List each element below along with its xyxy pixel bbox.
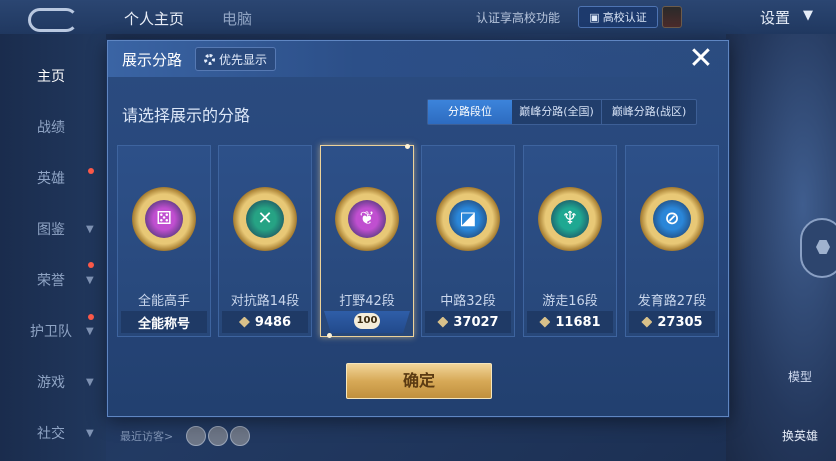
lane-score: 11681	[527, 311, 613, 333]
power-points-icon	[539, 316, 551, 328]
rank-badge: ⊘	[640, 187, 704, 251]
clash-lane-icon: ✕	[257, 208, 273, 229]
lane-score-value: 9486	[254, 314, 292, 330]
campus-promo-text: 认证享高校功能	[476, 11, 561, 25]
model-label[interactable]: 模型	[788, 368, 812, 385]
lane-name: 发育路27段	[637, 294, 707, 309]
lane-card[interactable]: ⚄ 全能高手全能称号	[117, 145, 211, 337]
side-expand-button[interactable]	[800, 218, 836, 278]
lane-card[interactable]: ✕ 对抗路14段 9486	[218, 145, 312, 337]
lane-name: 游走16段	[542, 294, 598, 309]
rank-number-badge: 100	[354, 313, 380, 329]
lane-score-value: 全能称号	[137, 316, 190, 332]
jungle-icon: ❦	[359, 208, 375, 229]
sidebar-item-heroes[interactable]: 英雄	[37, 168, 65, 188]
rank-badge: ✕	[233, 187, 297, 251]
sidebar-item-social[interactable]: 社交	[37, 423, 65, 443]
campus-icon: ▣	[589, 10, 600, 24]
lane-card[interactable]: ◪ 中路32段 37027	[421, 145, 515, 337]
lane-display-dialog: 展示分路 优先显示 ✕ 请选择展示的分路 分路段位 巅峰分路(全国) 巅峰分路(…	[107, 40, 729, 417]
rank-badge: ♆	[538, 187, 602, 251]
lane-score-value: 27305	[657, 314, 703, 330]
settings-caret-icon[interactable]: ▼	[803, 8, 813, 23]
rank-badge: ❦	[335, 187, 399, 251]
corner-sparkle-icon	[405, 144, 410, 149]
lane-mode-tabs: 分路段位 巅峰分路(全国) 巅峰分路(战区)	[427, 99, 697, 125]
lane-name: 打野42段	[339, 294, 395, 309]
avatar[interactable]	[662, 6, 682, 28]
gear-icon	[204, 53, 215, 65]
back-logo-icon[interactable]	[28, 8, 78, 32]
notification-dot	[88, 168, 94, 174]
lane-card[interactable]: ❦ 打野42段 100	[320, 144, 414, 338]
lane-name: 中路32段	[440, 294, 496, 309]
priority-display-button[interactable]: 优先显示	[195, 47, 277, 71]
rank-badge: ⚄	[132, 187, 196, 251]
chevron-down-icon: ▼	[86, 224, 94, 235]
visitor-avatar[interactable]	[230, 426, 250, 446]
rank-badge: ◪	[436, 187, 500, 251]
power-points-icon	[641, 316, 653, 328]
lane-name: 全能高手	[137, 294, 190, 309]
close-icon[interactable]: ✕	[686, 44, 716, 74]
farm-lane-icon: ⊘	[664, 208, 680, 229]
chevron-down-icon: ▼	[86, 326, 94, 337]
chevron-down-icon: ▼	[86, 428, 94, 439]
lane-score: 37027	[425, 311, 511, 333]
chevron-down-icon: ▼	[86, 275, 94, 286]
sidebar-item-honor[interactable]: 荣誉	[37, 270, 65, 290]
tab-profile[interactable]: 个人主页	[124, 8, 184, 29]
corner-sparkle-icon	[327, 333, 332, 338]
sidebar: 主页 战绩 英雄 图鉴 ▼ 荣誉 ▼ 护卫队 ▼ 游戏 ▼ 社交 ▼	[0, 34, 106, 461]
tab-peak-region[interactable]: 巅峰分路(战区)	[602, 100, 696, 124]
lane-score-value: 37027	[453, 314, 499, 330]
lane-score: 9486	[222, 311, 308, 333]
visitor-avatar[interactable]	[208, 426, 228, 446]
lane-name: 对抗路14段	[230, 294, 300, 309]
chevron-down-icon: ▼	[86, 377, 94, 388]
lane-card[interactable]: ♆ 游走16段 11681	[523, 145, 617, 337]
mid-lane-icon: ◪	[459, 208, 477, 229]
tab-pc[interactable]: 电脑	[222, 8, 252, 29]
tab-peak-national[interactable]: 巅峰分路(全国)	[512, 100, 602, 124]
lane-score: 全能称号	[121, 311, 207, 333]
dialog-title: 展示分路	[122, 51, 183, 69]
recent-visitors-link[interactable]: 最近访客>	[120, 428, 173, 444]
top-bar: 个人主页 电脑 认证享高校功能 ▣ 高校认证 设置 ▼	[0, 0, 836, 34]
tab-lane-rank[interactable]: 分路段位	[428, 100, 512, 124]
lane-score: 27305	[629, 311, 715, 333]
sidebar-item-home[interactable]: 主页	[37, 66, 65, 86]
sidebar-item-atlas[interactable]: 图鉴	[37, 219, 65, 239]
confirm-button[interactable]: 确定	[346, 363, 492, 399]
power-points-icon	[437, 316, 449, 328]
lane-card[interactable]: ⊘ 发育路27段 27305	[625, 145, 719, 337]
notification-dot	[88, 314, 94, 320]
power-points-icon	[238, 316, 250, 328]
lane-score-value: 11681	[555, 314, 601, 330]
sidebar-item-guard[interactable]: 护卫队	[30, 321, 72, 341]
swap-hero-button[interactable]: 换英雄	[782, 427, 818, 444]
notification-dot	[88, 262, 94, 268]
campus-verify-button[interactable]: ▣ 高校认证	[578, 6, 658, 28]
all-round-icon: ⚄	[156, 208, 172, 229]
sidebar-item-record[interactable]: 战绩	[37, 117, 65, 137]
settings-button[interactable]: 设置	[760, 7, 790, 28]
visitor-avatar[interactable]	[186, 426, 206, 446]
priority-display-label: 优先显示	[219, 52, 268, 67]
select-lane-prompt: 请选择展示的分路	[122, 106, 251, 125]
gem-icon	[816, 240, 830, 254]
roam-icon: ♆	[561, 208, 579, 229]
campus-verify-label: 高校认证	[602, 11, 647, 24]
sidebar-item-games[interactable]: 游戏	[37, 372, 65, 392]
